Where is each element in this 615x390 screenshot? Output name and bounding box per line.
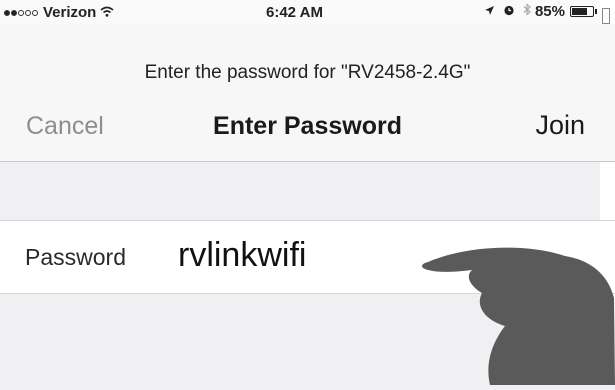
- signal-dot: [32, 9, 38, 16]
- status-time: 6:42 AM: [266, 4, 323, 21]
- password-label: Password: [25, 244, 126, 270]
- bluetooth-icon: [523, 3, 531, 20]
- location-arrow-icon: [484, 3, 495, 20]
- password-prompt: Enter the password for "RV2458-2.4G": [144, 62, 471, 83]
- battery-percent: 85%: [534, 3, 565, 20]
- signal-dot: [18, 9, 24, 16]
- join-button[interactable]: Join: [535, 110, 585, 141]
- signal-dot: [11, 9, 17, 16]
- pointing-hand-icon: [410, 238, 615, 390]
- password-field[interactable]: [178, 233, 418, 277]
- cancel-button[interactable]: Cancel: [26, 112, 104, 141]
- battery-icon: [570, 6, 597, 17]
- signal-strength-icon: [4, 9, 39, 16]
- edge-mark: [602, 8, 610, 24]
- status-bar: Verizon 6:42 AM 85%: [0, 0, 600, 24]
- status-right: 85%: [480, 3, 597, 20]
- carrier-name: Verizon: [43, 4, 97, 21]
- status-left: Verizon: [4, 4, 118, 21]
- wifi-icon: [100, 4, 114, 21]
- battery-fill: [572, 8, 588, 15]
- dialog-header: Enter the password for "RV2458-2.4G" Can…: [0, 24, 615, 162]
- signal-dot: [4, 9, 10, 16]
- alarm-clock-icon: [503, 3, 515, 20]
- signal-dot: [25, 9, 31, 16]
